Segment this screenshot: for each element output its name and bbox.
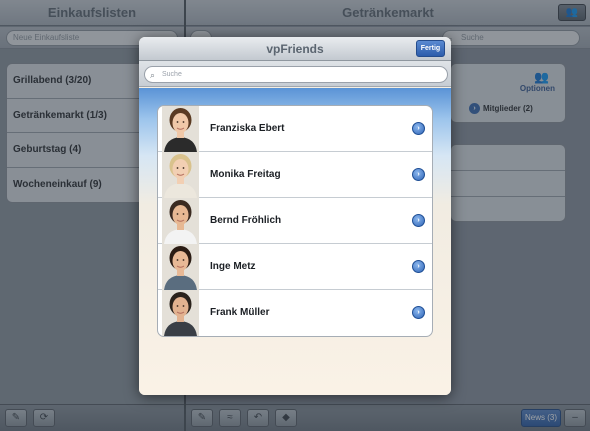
- contacts-list: Franziska Ebert › Monika Freitag › Bernd…: [157, 105, 433, 337]
- friends-search-placeholder: Suche: [162, 71, 182, 78]
- modal-title: vpFriends: [139, 37, 451, 61]
- avatar: [162, 244, 199, 290]
- avatar: [162, 106, 199, 152]
- friends-modal: vpFriends Fertig ⌕ Suche Franziska Ebert…: [139, 37, 451, 395]
- contact-row[interactable]: Bernd Fröhlich ›: [158, 198, 432, 244]
- avatar: [162, 290, 199, 336]
- avatar: [162, 198, 199, 244]
- disclosure-icon[interactable]: ›: [412, 214, 425, 227]
- contact-name: Franziska Ebert: [210, 123, 285, 134]
- friends-search-input[interactable]: ⌕ Suche: [144, 66, 448, 83]
- modal-body: Franziska Ebert › Monika Freitag › Bernd…: [139, 88, 451, 395]
- contact-row[interactable]: Monika Freitag ›: [158, 152, 432, 198]
- disclosure-icon[interactable]: ›: [412, 306, 425, 319]
- modal-search-bar: ⌕ Suche: [139, 61, 451, 87]
- search-icon: ⌕: [150, 70, 156, 80]
- contact-row[interactable]: Inge Metz ›: [158, 244, 432, 290]
- avatar: [162, 152, 199, 198]
- disclosure-icon[interactable]: ›: [412, 260, 425, 273]
- contact-row[interactable]: Frank Müller ›: [158, 290, 432, 336]
- disclosure-icon[interactable]: ›: [412, 122, 425, 135]
- contact-name: Bernd Fröhlich: [210, 215, 282, 226]
- contact-name: Monika Freitag: [210, 169, 281, 180]
- contact-name: Frank Müller: [210, 307, 270, 318]
- done-button[interactable]: Fertig: [416, 40, 445, 57]
- disclosure-icon[interactable]: ›: [412, 168, 425, 181]
- contact-row[interactable]: Franziska Ebert ›: [158, 106, 432, 152]
- contact-name: Inge Metz: [210, 261, 256, 272]
